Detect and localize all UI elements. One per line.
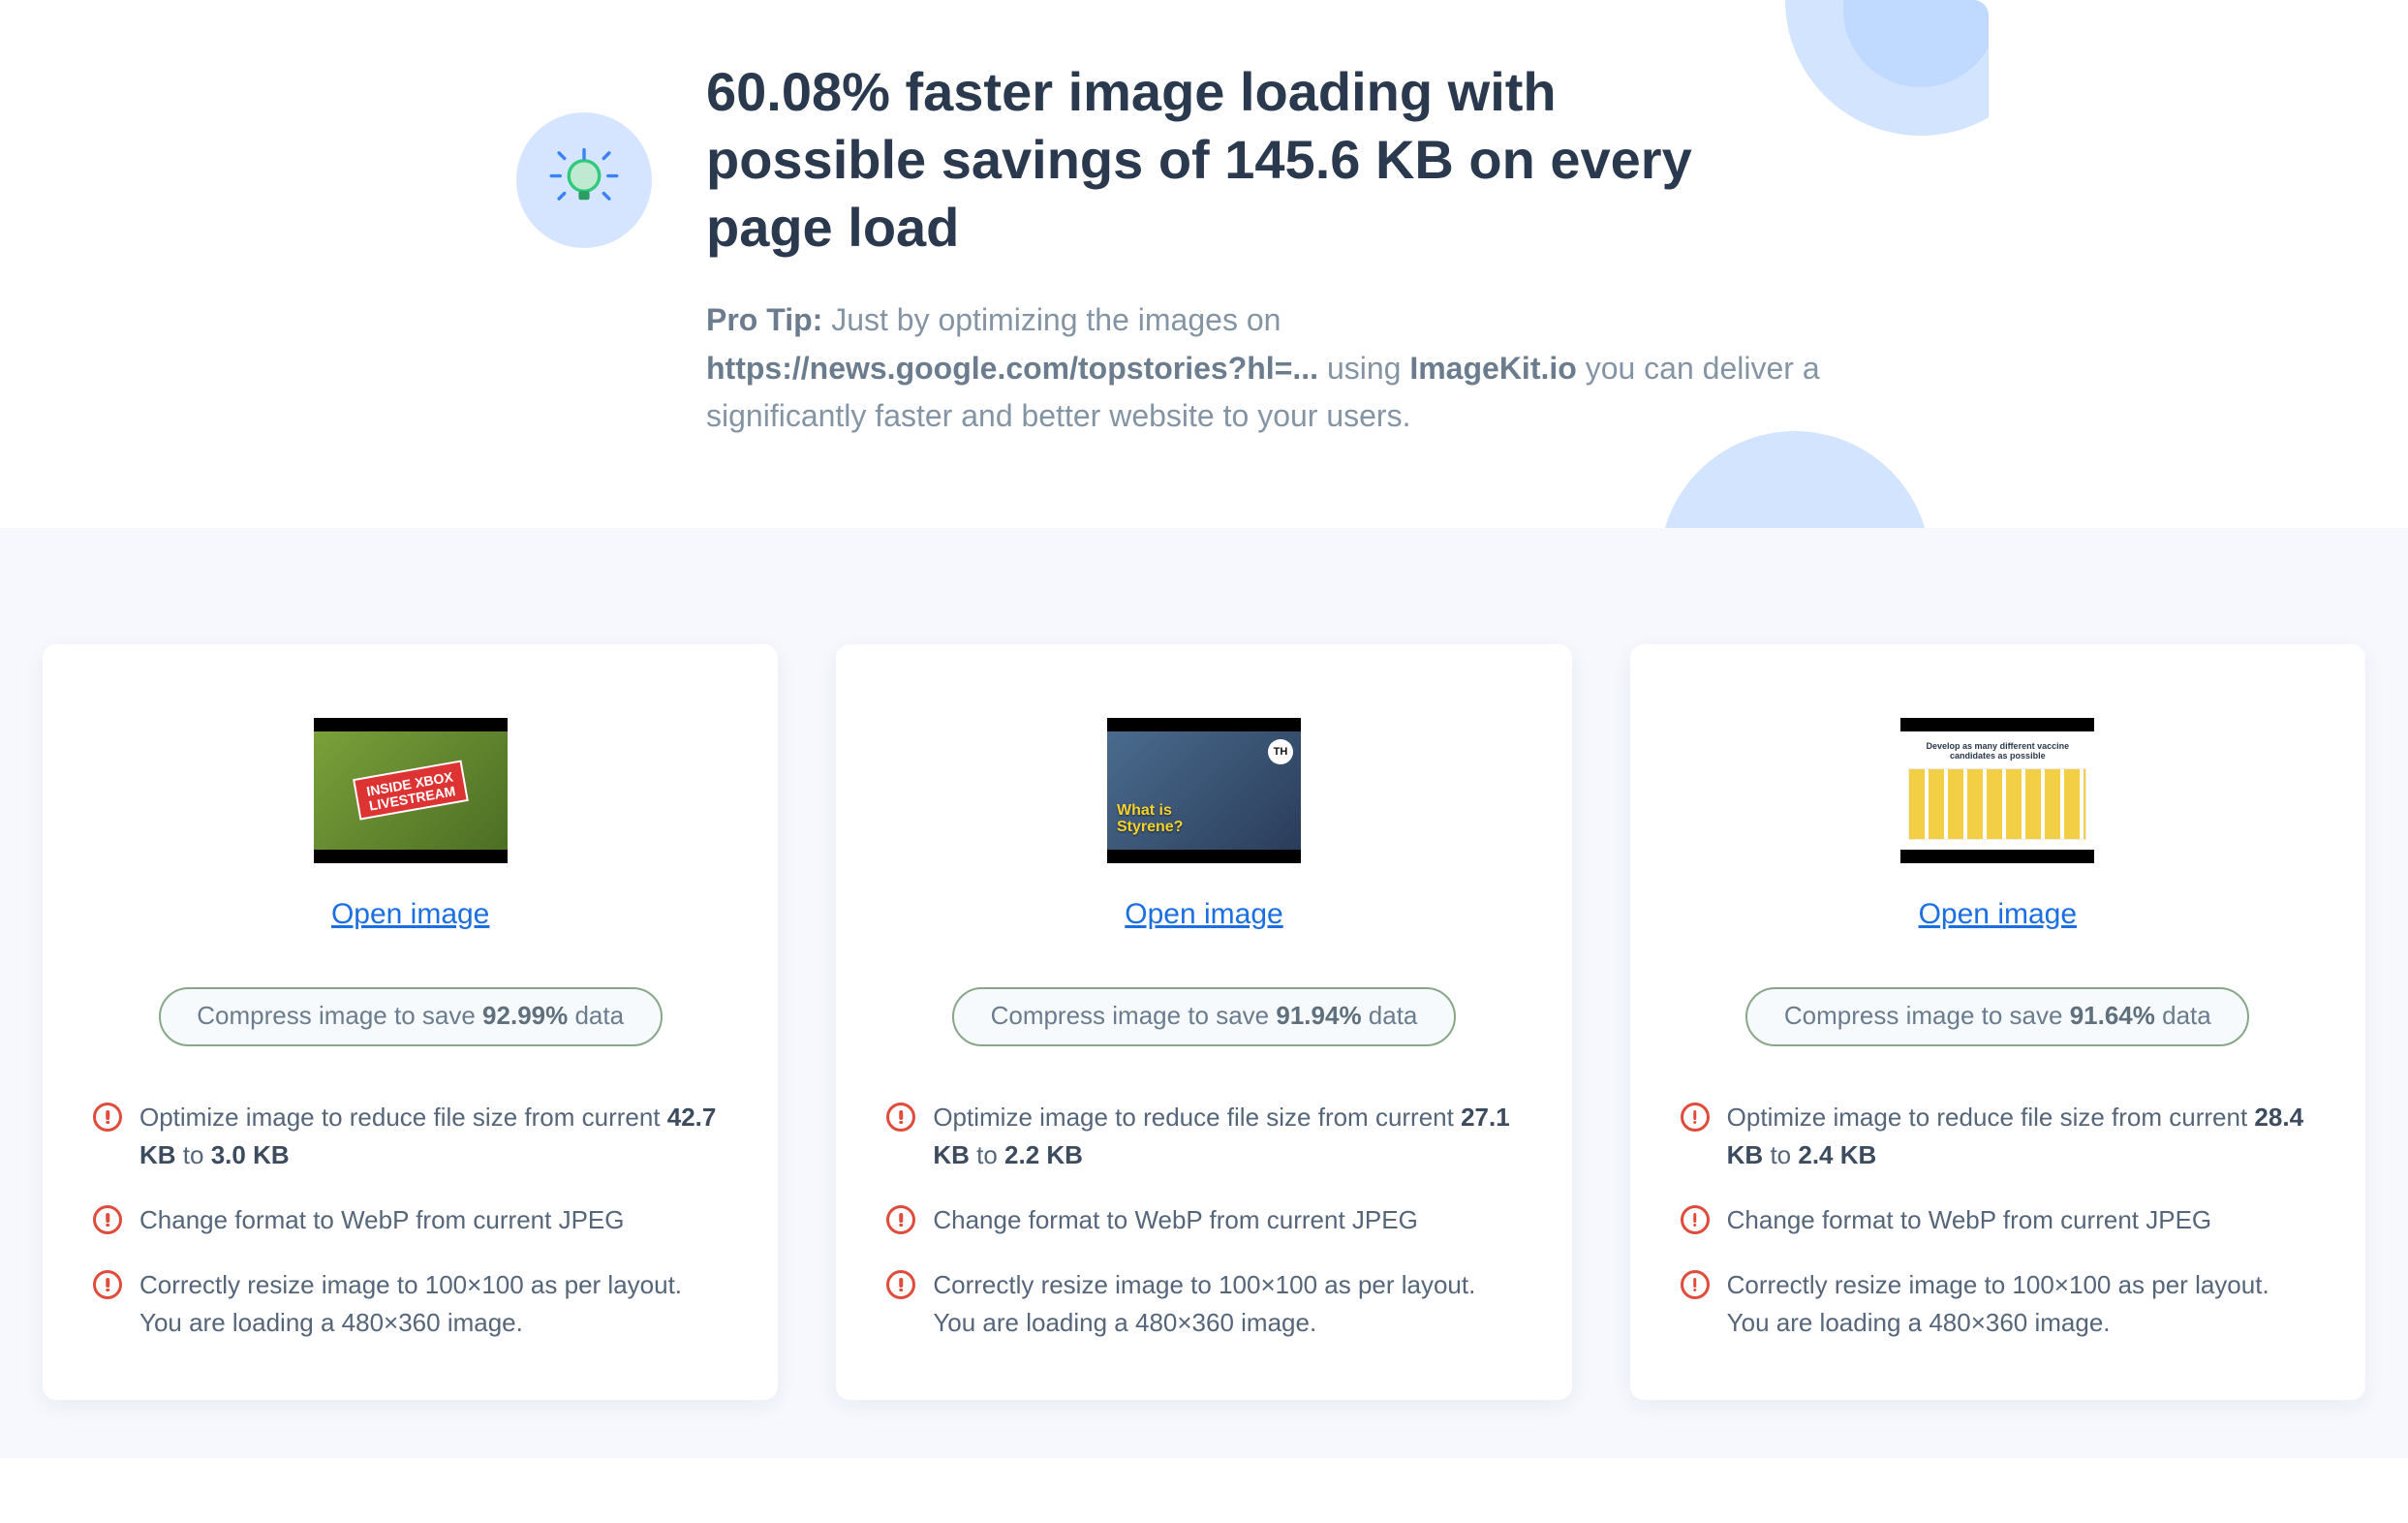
hero-headline: 60.08% faster image loading with possibl… — [706, 58, 1772, 262]
pro-tip-url: https://news.google.com/topstories?hl=..… — [706, 351, 1318, 386]
thumbnail-caption-line: Styrene? — [1117, 819, 1183, 835]
issue-text: Correctly resize image to 100×100 as per… — [1727, 1266, 2315, 1342]
warning-icon — [93, 1270, 122, 1299]
issue-fragment: to — [176, 1140, 211, 1169]
pill-percent: 91.64% — [2070, 1001, 2155, 1030]
issue-row: Correctly resize image to 100×100 as per… — [886, 1266, 1521, 1342]
thumbnail-title: Develop as many different vaccine candid… — [1908, 741, 2086, 761]
warning-icon — [886, 1205, 915, 1234]
headline-percent: 60.08% — [706, 61, 890, 122]
pill-text: data — [568, 1001, 624, 1030]
issue-text: Optimize image to reduce file size from … — [933, 1099, 1521, 1174]
issue-row: Correctly resize image to 100×100 as per… — [1681, 1266, 2315, 1342]
pill-text: Compress image to save — [991, 1001, 1277, 1030]
size-to: 3.0 KB — [211, 1140, 290, 1169]
size-to: 2.4 KB — [1798, 1140, 1876, 1169]
warning-icon — [1681, 1103, 1710, 1132]
pro-tip-text: using — [1318, 351, 1409, 386]
brand-name: ImageKit.io — [1409, 351, 1576, 386]
issue-text: Change format to WebP from current JPEG — [139, 1201, 624, 1239]
thumbnail-chart — [1908, 768, 2086, 840]
issue-text: Change format to WebP from current JPEG — [933, 1201, 1417, 1239]
pill-text: Compress image to save — [197, 1001, 482, 1030]
thumbnail-source-logo: TH — [1268, 739, 1293, 764]
pill-percent: 92.99% — [482, 1001, 568, 1030]
issue-fragment: Optimize image to reduce file size from … — [1727, 1103, 2255, 1132]
decor-circle — [1659, 431, 1930, 528]
issue-fragment: Optimize image to reduce file size from … — [933, 1103, 1461, 1132]
image-result-card: INSIDE XBOX LIVESTREAM Open image Compre… — [43, 644, 778, 1400]
warning-icon — [886, 1103, 915, 1132]
thumbnail-caption: What is Styrene? — [1117, 803, 1183, 836]
issue-row: Change format to WebP from current JPEG — [93, 1201, 727, 1239]
image-result-card: TH What is Styrene? Open image Compress … — [836, 644, 1571, 1400]
size-to: 2.2 KB — [1004, 1140, 1083, 1169]
warning-icon — [93, 1205, 122, 1234]
issue-text: Optimize image to reduce file size from … — [1727, 1099, 2315, 1174]
thumbnail-badge: INSIDE XBOX LIVESTREAM — [353, 761, 469, 822]
issue-fragment: to — [970, 1140, 1004, 1169]
thumbnail-caption-line: What is — [1117, 802, 1172, 819]
compress-savings-pill: Compress image to save 91.94% data — [952, 987, 1456, 1046]
issue-row: Optimize image to reduce file size from … — [93, 1099, 727, 1174]
compress-savings-pill: Compress image to save 91.64% data — [1745, 987, 2249, 1046]
issue-row: Optimize image to reduce file size from … — [1681, 1099, 2315, 1174]
issue-fragment: to — [1763, 1140, 1798, 1169]
pro-tip-lead: Pro Tip: — [706, 302, 822, 337]
pill-percent: 91.94% — [1276, 1001, 1361, 1030]
pill-text: data — [2155, 1001, 2211, 1030]
issue-text: Correctly resize image to 100×100 as per… — [139, 1266, 727, 1342]
issue-row: Optimize image to reduce file size from … — [886, 1099, 1521, 1174]
warning-icon — [93, 1103, 122, 1132]
lightbulb-icon — [516, 112, 652, 248]
pill-text: Compress image to save — [1784, 1001, 2070, 1030]
warning-icon — [886, 1270, 915, 1299]
issue-text: Optimize image to reduce file size from … — [139, 1099, 727, 1174]
compress-savings-pill: Compress image to save 92.99% data — [159, 987, 663, 1046]
issue-text: Correctly resize image to 100×100 as per… — [933, 1266, 1521, 1342]
headline-savings: 145.6 KB — [1224, 129, 1454, 190]
issue-row: Correctly resize image to 100×100 as per… — [93, 1266, 727, 1342]
pro-tip-text: Just by optimizing the images on — [822, 302, 1281, 337]
warning-icon — [1681, 1270, 1710, 1299]
issue-text: Change format to WebP from current JPEG — [1727, 1201, 2211, 1239]
warning-icon — [1681, 1205, 1710, 1234]
hero-card: 60.08% faster image loading with possibl… — [419, 0, 1989, 528]
pro-tip: Pro Tip: Just by optimizing the images o… — [706, 296, 1868, 441]
issue-row: Change format to WebP from current JPEG — [886, 1201, 1521, 1239]
image-thumbnail: INSIDE XBOX LIVESTREAM — [314, 718, 508, 863]
open-image-link[interactable]: Open image — [1681, 898, 2315, 931]
open-image-link[interactable]: Open image — [93, 898, 727, 931]
image-thumbnail: Develop as many different vaccine candid… — [1900, 718, 2094, 863]
image-result-card: Develop as many different vaccine candid… — [1630, 644, 2365, 1400]
issue-row: Change format to WebP from current JPEG — [1681, 1201, 2315, 1239]
results-section: INSIDE XBOX LIVESTREAM Open image Compre… — [0, 528, 2408, 1458]
open-image-link[interactable]: Open image — [886, 898, 1521, 931]
image-thumbnail: TH What is Styrene? — [1107, 718, 1301, 863]
pill-text: data — [1362, 1001, 1418, 1030]
issue-fragment: Optimize image to reduce file size from … — [139, 1103, 667, 1132]
